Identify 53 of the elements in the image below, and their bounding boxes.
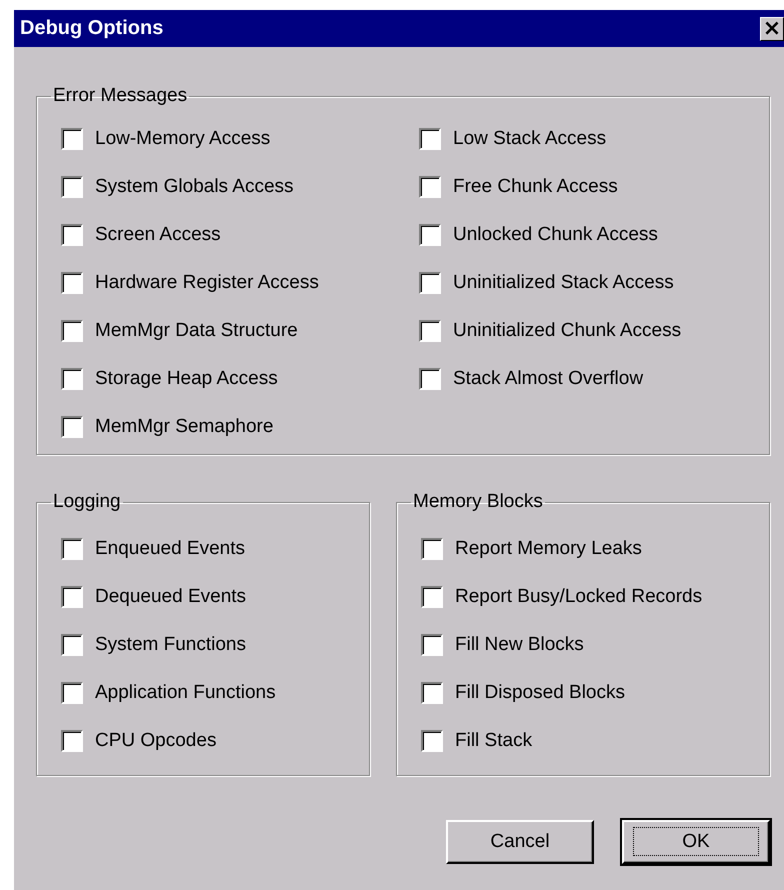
checkbox[interactable] [421, 730, 443, 752]
checkbox[interactable] [61, 272, 83, 294]
checkbox-label: System Functions [95, 634, 246, 656]
checkbox-label: Storage Heap Access [95, 368, 278, 390]
checkbox[interactable] [421, 586, 443, 608]
checkbox-label: Uninitialized Stack Access [453, 272, 674, 294]
checkbox-label: Enqueued Events [95, 538, 246, 560]
checkbox[interactable] [421, 682, 443, 704]
checkbox[interactable] [61, 368, 83, 390]
checkbox[interactable] [419, 272, 441, 294]
checkbox-label: Application Functions [95, 682, 276, 704]
checkbox[interactable] [61, 730, 83, 752]
ok-button[interactable]: OK [622, 820, 770, 864]
checkbox-label: Report Memory Leaks [455, 538, 642, 560]
checkbox-label: CPU Opcodes [95, 730, 216, 752]
checkbox-label: Unlocked Chunk Access [453, 224, 658, 246]
group-title: Logging [52, 491, 122, 513]
checkbox-label: Stack Almost Overflow [453, 368, 644, 390]
checkbox[interactable] [61, 538, 83, 560]
checkbox[interactable] [61, 586, 83, 608]
checkbox-label: Low Stack Access [453, 128, 606, 150]
checkbox-label: Report Busy/Locked Records [455, 586, 702, 608]
close-button[interactable]: × [760, 16, 784, 40]
checkbox[interactable] [421, 538, 443, 560]
checkbox-label: Fill Disposed Blocks [455, 682, 625, 704]
checkbox[interactable] [61, 416, 83, 438]
checkbox-label: Low-Memory Access [95, 128, 270, 150]
checkbox[interactable] [61, 320, 83, 342]
checkbox-label: MemMgr Data Structure [95, 320, 298, 342]
checkbox[interactable] [61, 224, 83, 246]
window-title: Debug Options [20, 17, 164, 40]
checkbox-label: System Globals Access [95, 176, 294, 198]
checkbox[interactable] [61, 176, 83, 198]
checkbox[interactable] [419, 176, 441, 198]
checkbox[interactable] [419, 368, 441, 390]
checkbox-label: Fill New Blocks [455, 634, 584, 656]
checkbox[interactable] [61, 128, 83, 150]
checkbox[interactable] [61, 682, 83, 704]
checkbox[interactable] [419, 320, 441, 342]
checkbox-label: Uninitialized Chunk Access [453, 320, 682, 342]
checkbox[interactable] [419, 128, 441, 150]
checkbox-label: Hardware Register Access [95, 272, 319, 294]
checkbox[interactable] [421, 634, 443, 656]
checkbox[interactable] [61, 634, 83, 656]
checkbox-label: Free Chunk Access [453, 176, 618, 198]
group-title: Error Messages [52, 85, 188, 107]
checkbox-label: Dequeued Events [95, 586, 246, 608]
group-title: Memory Blocks [412, 491, 544, 513]
checkbox[interactable] [419, 224, 441, 246]
checkbox-label: MemMgr Semaphore [95, 416, 274, 438]
checkbox-label: Screen Access [95, 224, 221, 246]
cancel-button[interactable]: Cancel [446, 820, 594, 864]
checkbox-label: Fill Stack [455, 730, 532, 752]
